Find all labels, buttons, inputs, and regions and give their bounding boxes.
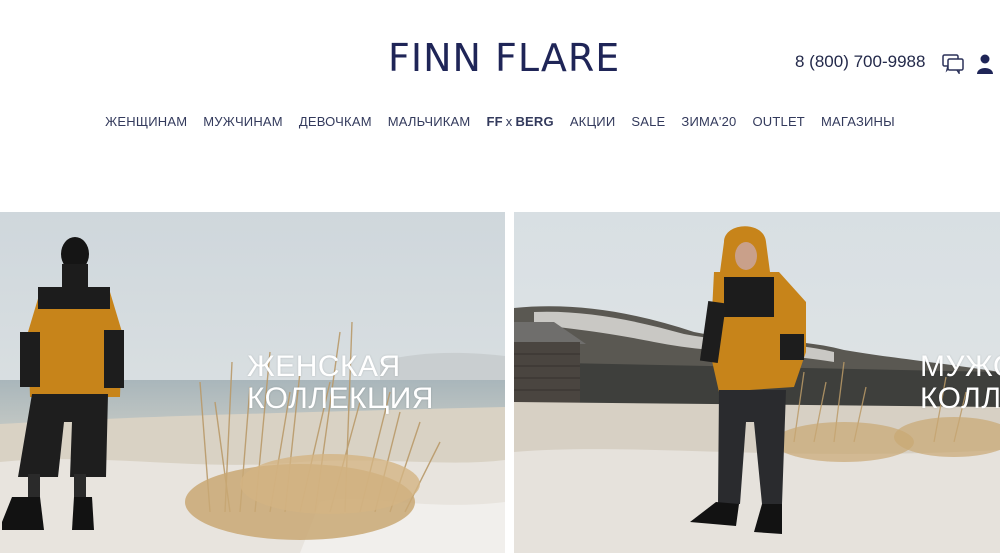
brand-logo[interactable]: FINN FLARE — [388, 36, 619, 80]
chat-icon-graphic — [942, 54, 964, 74]
mens-collection-banner[interactable]: МУЖС КОЛЛ — [514, 212, 1000, 553]
mens-collection-caption: МУЖС КОЛЛ — [920, 351, 1000, 415]
user-icon[interactable] — [973, 52, 997, 76]
nav-item-outlet[interactable]: OUTLET — [744, 114, 812, 129]
nav-item-women[interactable]: ЖЕНЩИНАМ — [97, 114, 195, 129]
mens-caption-line2: КОЛЛ — [920, 382, 1000, 415]
womens-caption-line2: КОЛЛЕКЦИЯ — [247, 382, 434, 415]
hero-banners: ЖЕНСКАЯ КОЛЛЕКЦИЯ МУЖ КОЛЛ — [0, 212, 1000, 553]
nav-item-stores[interactable]: МАГАЗИНЫ — [813, 114, 903, 129]
womens-caption-line1: ЖЕНСКАЯ — [247, 350, 401, 383]
nav-item-men[interactable]: МУЖЧИНАМ — [195, 114, 291, 129]
nav-item-girls[interactable]: ДЕВОЧКАМ — [291, 114, 380, 129]
nav-x-label: x — [505, 114, 513, 129]
nav-item-ff-berg[interactable]: FF x BERG — [478, 114, 561, 129]
chat-icon[interactable] — [941, 52, 965, 76]
womens-collection-caption: ЖЕНСКАЯ КОЛЛЕКЦИЯ — [247, 351, 434, 415]
user-icon-graphic — [977, 54, 993, 74]
phone-number[interactable]: 8 (800) 700-9988 — [795, 52, 925, 72]
nav-berg-label: BERG — [515, 114, 554, 129]
main-nav: ЖЕНЩИНАМ МУЖЧИНАМ ДЕВОЧКАМ МАЛЬЧИКАМ FF x… — [0, 114, 1000, 129]
nav-item-sale[interactable]: SALE — [623, 114, 673, 129]
nav-item-boys[interactable]: МАЛЬЧИКАМ — [380, 114, 479, 129]
womens-collection-banner[interactable]: ЖЕНСКАЯ КОЛЛЕКЦИЯ — [0, 212, 505, 553]
site-header: FINN FLARE 8 (800) 700-9988 ЖЕНЩИНАМ МУЖ… — [0, 0, 1000, 212]
nav-item-winter[interactable]: ЗИМА'20 — [673, 114, 744, 129]
nav-ff-label: FF — [486, 114, 503, 129]
nav-item-sales[interactable]: АКЦИИ — [562, 114, 624, 129]
mens-caption-line1: МУЖС — [920, 350, 1000, 383]
